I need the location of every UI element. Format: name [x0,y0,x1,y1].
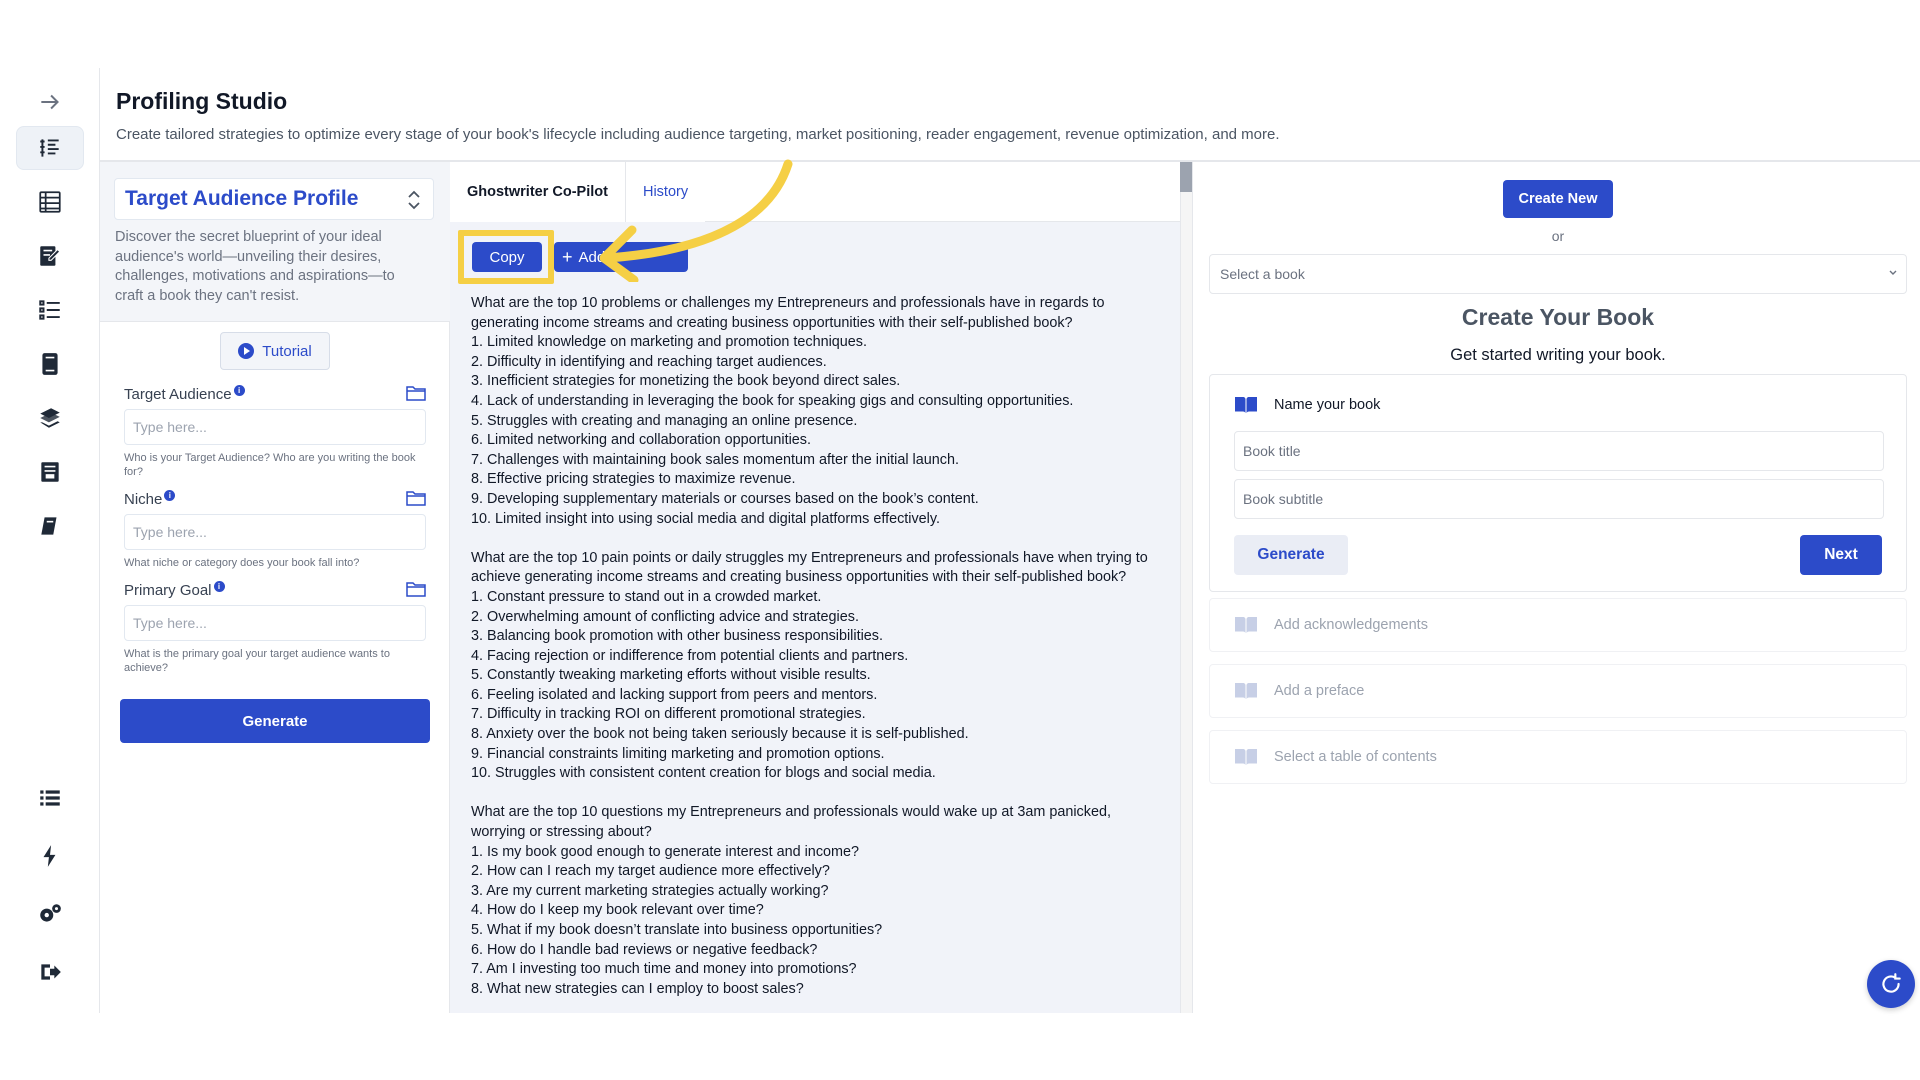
open-book-icon [1235,617,1257,633]
book-stack-icon[interactable] [16,342,84,386]
copilot-panel: Ghostwriter Co-Pilot History + Add Copy … [450,162,1192,1013]
book-edit-icon[interactable] [16,234,84,278]
book-panel: Create New or Select a book Create Your … [1192,162,1920,1013]
profiling-list-icon[interactable] [16,126,84,170]
open-book-icon [1235,397,1257,413]
profile-panel: Target Audience Profile Discover the sec… [100,162,450,1013]
book-generate-button[interactable]: Generate [1234,535,1348,575]
tutorial-button[interactable]: Tutorial [220,332,330,370]
step-label: Select a table of contents [1274,749,1437,765]
profile-type-select[interactable]: Target Audience Profile [114,178,434,220]
target-audience-input[interactable] [124,409,426,445]
book-select-placeholder: Select a book [1220,266,1305,282]
generate-button[interactable]: Generate [120,699,430,743]
info-icon[interactable]: i [233,385,245,396]
book-select[interactable]: Select a book [1209,254,1907,294]
target-audience-label: Target Audience [124,386,232,403]
or-separator: or [1551,228,1565,244]
open-book-icon [1235,749,1257,765]
folder-icon[interactable] [406,580,426,598]
niche-input[interactable] [124,514,426,550]
open-book-icon [1235,683,1257,699]
app-window: Profiling Studio Create tailored strateg… [0,0,1920,1080]
page-header: Profiling Studio Create tailored strateg… [100,68,1920,162]
primary-goal-label: Primary Goal [124,582,212,599]
copilot-tabs: Ghostwriter Co-Pilot History [450,162,1180,222]
profile-description: Discover the secret blueprint of your id… [115,229,395,304]
primary-goal-input[interactable] [124,605,426,641]
scrollbar-thumb[interactable] [1180,162,1192,192]
bolt-icon[interactable] [16,834,84,878]
annotation-arrow [599,159,793,282]
step-label: Add acknowledgements [1274,617,1428,633]
archive-icon[interactable] [16,450,84,494]
folder-icon[interactable] [406,384,426,402]
primary-goal-field: Primary Goal i What is the primary goal … [124,580,426,675]
niche-field: Niche i What niche or category does your… [124,489,426,570]
table-book-icon[interactable] [16,180,84,224]
info-icon[interactable]: i [213,581,225,592]
target-audience-field: Target Audience i Who is your Target Aud… [124,384,426,479]
book-subtitle-input[interactable] [1234,479,1884,519]
profile-header: Target Audience Profile Discover the sec… [100,162,450,322]
list-icon[interactable] [16,776,84,820]
output-area: + Add Copy What are the top 10 problems … [450,222,1180,1013]
icon-rail [0,68,100,1013]
niche-label: Niche [124,491,163,508]
step-preface[interactable]: Add a preface [1209,664,1907,718]
chevron-down-icon [1889,270,1897,275]
create-book-title: Create Your Book [1461,304,1655,330]
step-table-of-contents[interactable]: Select a table of contents [1209,730,1907,784]
expand-arrow-icon[interactable] [16,80,84,124]
plus-icon: + [562,247,573,267]
step-acknowledgements[interactable]: Add acknowledgements [1209,598,1907,652]
page-title: Profiling Studio [116,88,288,114]
folder-icon[interactable] [406,489,426,507]
create-book-subtitle: Get started writing your book. [1450,346,1666,364]
scrollbar-track[interactable] [1180,162,1192,1013]
numbered-list-icon[interactable] [16,288,84,332]
name-book-card: Name your book Generate Next [1209,374,1907,592]
settings-icon[interactable] [16,892,84,936]
chevron-updown-icon [408,190,420,210]
copy-button[interactable]: Copy [472,242,542,272]
primary-goal-help: What is the primary goal your target aud… [124,648,390,674]
page-description: Create tailored strategies to optimize e… [116,126,1280,143]
name-book-label: Name your book [1274,397,1381,413]
play-icon [238,343,255,359]
book-icon[interactable] [16,504,84,548]
logout-icon[interactable] [16,950,84,994]
profile-type-label: Target Audience Profile [125,187,359,210]
step-label: Add a preface [1274,683,1365,699]
books-icon[interactable] [16,396,84,440]
create-new-button[interactable]: Create New [1503,180,1613,218]
assistant-fab[interactable] [1867,960,1915,1008]
tutorial-label: Tutorial [262,342,312,360]
target-audience-help: Who is your Target Audience? Who are you… [124,452,416,478]
info-icon[interactable]: i [164,490,176,501]
generated-output-text: What are the top 10 problems or challeng… [471,295,1148,997]
next-button[interactable]: Next [1800,535,1882,575]
niche-help: What niche or category does your book fa… [124,557,360,569]
book-title-input[interactable] [1234,431,1884,471]
spinner-icon [1882,973,1901,993]
